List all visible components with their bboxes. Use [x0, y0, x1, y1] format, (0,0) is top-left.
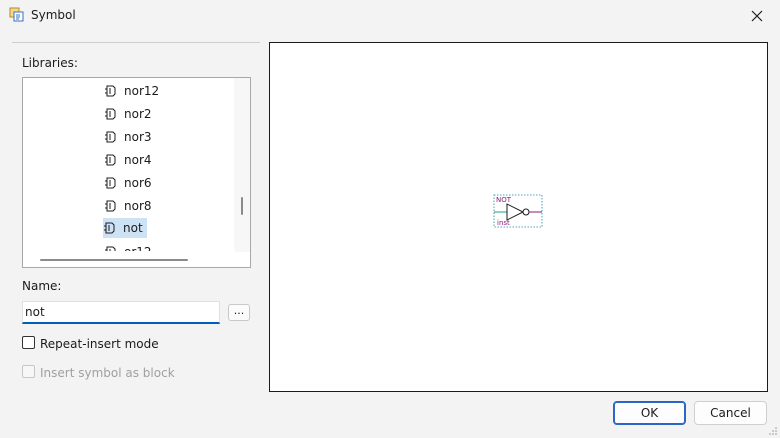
- browse-button[interactable]: ...: [228, 304, 250, 321]
- symbol-icon: [104, 222, 115, 234]
- libraries-label: Libraries:: [22, 56, 78, 70]
- name-input[interactable]: not: [22, 301, 220, 324]
- scrollbar-thumb[interactable]: [241, 197, 243, 215]
- instance-name-text: inst: [497, 219, 510, 227]
- symbol-name-text: NOT: [496, 196, 512, 204]
- insert-as-block-checkbox[interactable]: [22, 365, 35, 378]
- symbol-icon: [105, 200, 116, 212]
- tree-item-label: nor6: [124, 176, 152, 190]
- tree-item-nor12[interactable]: nor12: [104, 81, 159, 101]
- symbol-icon: [105, 177, 116, 189]
- title-bar: Symbol: [0, 0, 780, 32]
- symbol-icon: [105, 131, 116, 143]
- resize-grip-icon[interactable]: [768, 426, 778, 436]
- tree-item-nor3[interactable]: nor3: [104, 127, 152, 147]
- tree-item-not[interactable]: not: [103, 218, 147, 238]
- scrollbar-thumb[interactable]: [40, 259, 188, 261]
- tree-item-label: nor4: [124, 153, 152, 167]
- tree-item-label: nor3: [124, 130, 152, 144]
- tree-item-label: nor2: [124, 107, 152, 121]
- tree-item-nor6[interactable]: nor6: [104, 173, 152, 193]
- tree-item-label: nor12: [124, 84, 160, 98]
- not-gate-symbol: NOT inst: [493, 194, 543, 228]
- insert-as-block-label: Insert symbol as block: [40, 366, 175, 380]
- tree-item-label: nor8: [124, 199, 152, 213]
- cancel-button[interactable]: Cancel: [694, 401, 767, 425]
- repeat-insert-label: Repeat-insert mode: [40, 337, 159, 351]
- horizontal-scrollbar[interactable]: [23, 251, 235, 267]
- symbol-preview: NOT inst: [269, 42, 768, 392]
- tree-item-nor4[interactable]: nor4: [104, 150, 152, 170]
- ok-button[interactable]: OK: [613, 401, 686, 425]
- close-icon: [751, 10, 763, 22]
- symbol-icon: [105, 85, 116, 97]
- symbol-icon: [105, 108, 116, 120]
- separator: [12, 42, 260, 43]
- close-button[interactable]: [734, 0, 780, 32]
- window-title: Symbol: [31, 8, 76, 22]
- tree-item-nor8[interactable]: nor8: [104, 196, 152, 216]
- tree-item-label: not: [123, 221, 143, 235]
- libraries-tree[interactable]: nor12 nor2 nor3 nor4 nor6 nor8 not or12: [22, 77, 251, 268]
- symbol-app-icon: [9, 7, 24, 22]
- tree-item-nor2[interactable]: nor2: [104, 104, 152, 124]
- vertical-scrollbar[interactable]: [234, 78, 250, 252]
- repeat-insert-checkbox[interactable]: [22, 336, 35, 349]
- name-label: Name:: [22, 279, 62, 293]
- symbol-icon: [105, 154, 116, 166]
